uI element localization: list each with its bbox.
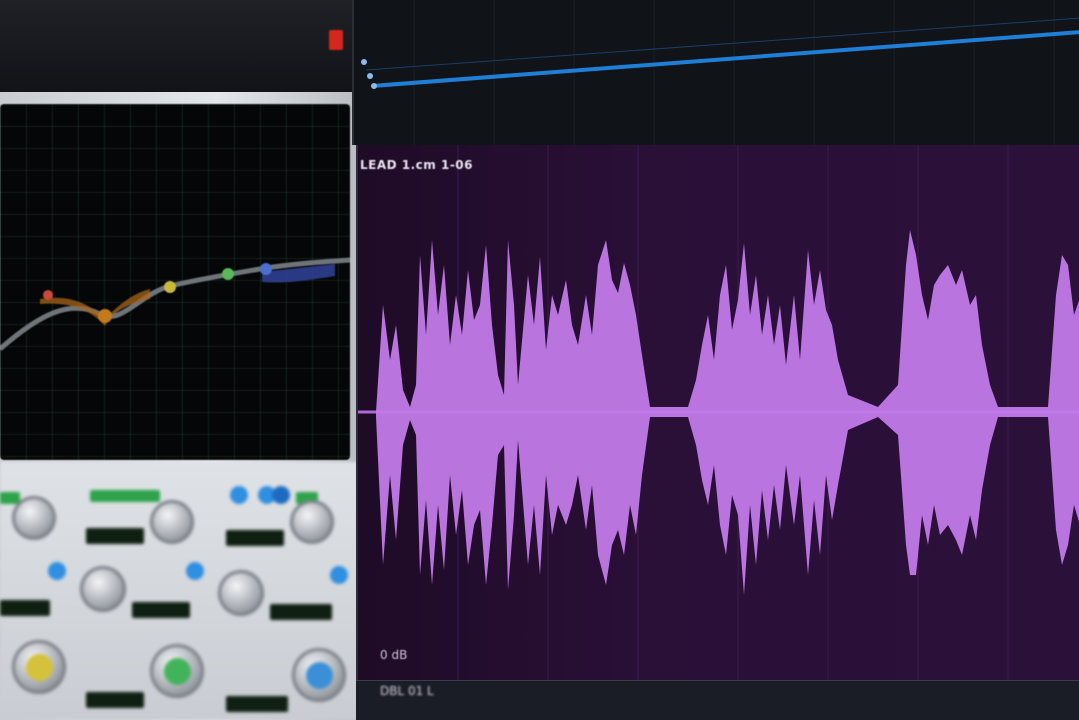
link-button[interactable] [186,562,204,580]
lcd-display [0,600,50,616]
eq-node-2[interactable] [98,309,112,323]
link-button[interactable] [330,566,348,584]
knob-2[interactable] [150,500,194,544]
track-name-label: LEAD 1.cm 1-06 [360,158,474,172]
automation-line[interactable] [371,30,1079,88]
db-scale-label: 0 dB [380,648,408,662]
lcd-display [132,602,190,618]
band-indicator [90,490,160,502]
band-select-button[interactable] [272,486,290,504]
plugin-title-bar [0,0,352,93]
knob-yellow[interactable] [12,640,66,694]
knob-green[interactable] [150,644,204,698]
lower-audio-track[interactable] [356,680,1079,720]
automation-node[interactable] [361,59,367,65]
lcd-display [86,692,144,708]
band-select-button[interactable] [230,486,248,504]
knob-blue-cap [305,661,333,689]
knob-5[interactable] [218,570,264,616]
timeline-gridlines [413,0,1055,145]
automation-node[interactable] [367,73,373,79]
knob-4[interactable] [80,566,126,612]
lower-track-name-label: DBL 01 L [380,684,434,698]
eq-node-5[interactable] [260,263,272,275]
plugin-close-button[interactable] [329,30,343,50]
knob-yellow-cap [25,653,53,681]
automation-graph [361,0,1079,145]
automation-lane[interactable] [352,0,1079,145]
eq-curve-display[interactable] [0,104,350,460]
waveform-shape [376,230,1079,595]
eq-node-4[interactable] [222,268,234,280]
lcd-display [270,604,332,620]
automation-line-ghost [365,17,1079,71]
knob-1[interactable] [12,496,56,540]
audio-track-region[interactable] [356,145,1079,680]
knob-3[interactable] [290,500,334,544]
daw-screen: LEAD 1.cm 1-06 0 dB DBL 01 L [0,0,1079,720]
knob-blue[interactable] [292,648,346,702]
eq-node-1[interactable] [43,290,53,300]
plugin-controls-panel [0,462,358,720]
eq-node-3[interactable] [164,281,176,293]
link-button[interactable] [48,562,66,580]
lcd-display [86,528,144,544]
lcd-display [226,696,288,712]
knob-green-cap [163,657,191,685]
waveform [358,145,1079,680]
lcd-display [226,530,284,546]
automation-node[interactable] [371,83,377,89]
eq-curve-graph [0,257,350,351]
